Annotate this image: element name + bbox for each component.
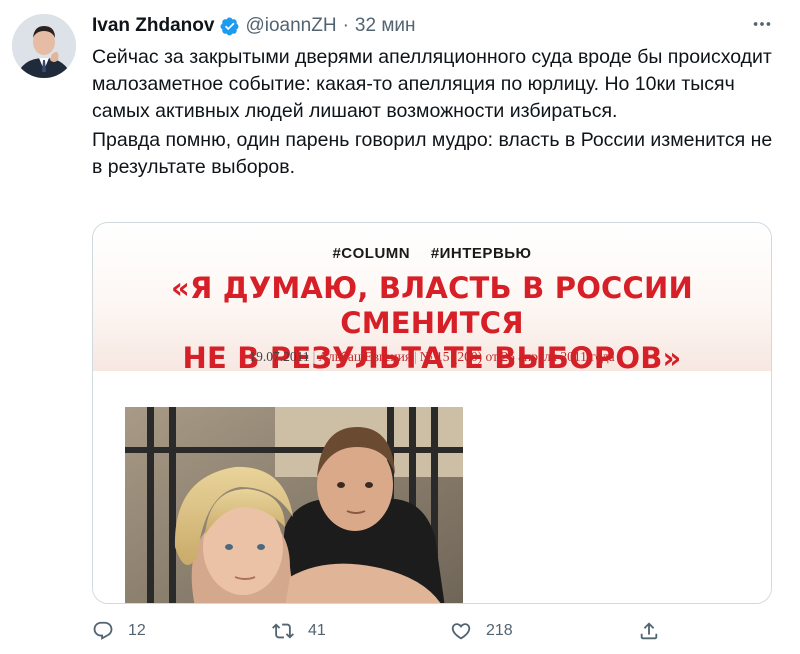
article-tag-interview: #ИНТЕРВЬЮ [430,245,532,262]
more-dots-icon [751,13,773,40]
reply-icon [92,620,114,642]
like-icon [450,620,472,642]
article-card-header: #COLUMN #ИНТЕРВЬЮ «Я ДУМАЮ, ВЛАСТЬ В РОС… [93,223,771,375]
tweet-timestamp[interactable]: 32 мин [355,15,416,37]
article-issue: № 15 (200) от 25 апреля 2011 года [419,349,615,364]
article-meta: 19.07.2011 | Альбац Евгения | № 15 (200) от … [249,349,615,364]
article-headline-line-1: «Я ДУМАЮ, ВЛАСТЬ В РОССИИ СМЕНИТСЯ [171,271,693,340]
retweet-icon [272,620,294,642]
author-name[interactable]: Ivan Zhdanov [92,15,214,37]
article-author: Альбац Евгения [318,349,412,364]
avatar-photo [12,14,76,78]
like-button[interactable]: 218 [450,620,513,642]
reply-button[interactable]: 12 [92,620,146,642]
tweet-actions: 12 41 218 [92,620,782,650]
tweet-text: Сейчас за закрытыми дверями апелляционно… [92,44,782,181]
header-separator: · [342,15,349,36]
tweet: Ivan Zhdanov @ioannZH · 32 мин Сейчас за… [0,0,800,654]
tweet-paragraph-1: Сейчас за закрытыми дверями апелляционно… [92,46,772,122]
article-tags: #COLUMN #ИНТЕРВЬЮ [93,245,771,262]
article-card[interactable]: #COLUMN #ИНТЕРВЬЮ «Я ДУМАЮ, ВЛАСТЬ В РОС… [92,222,772,604]
like-count: 218 [486,622,513,639]
reply-count: 12 [128,622,146,639]
share-button[interactable] [638,620,660,642]
tweet-paragraph-2: Правда помню, один парень говорил мудро:… [92,129,773,178]
avatar[interactable] [12,14,76,78]
verified-badge-icon [219,16,240,37]
share-icon [638,620,660,642]
author-handle[interactable]: @ioannZH [245,15,336,37]
retweet-button[interactable]: 41 [272,620,326,642]
article-date: 19.07.2011 [249,349,310,364]
article-photo [125,407,463,603]
tweet-header: Ivan Zhdanov @ioannZH · 32 мин [92,14,416,38]
article-card-body [93,371,771,603]
article-tag-column: #COLUMN [332,245,411,262]
retweet-count: 41 [308,622,326,639]
more-options-button[interactable] [744,12,780,40]
